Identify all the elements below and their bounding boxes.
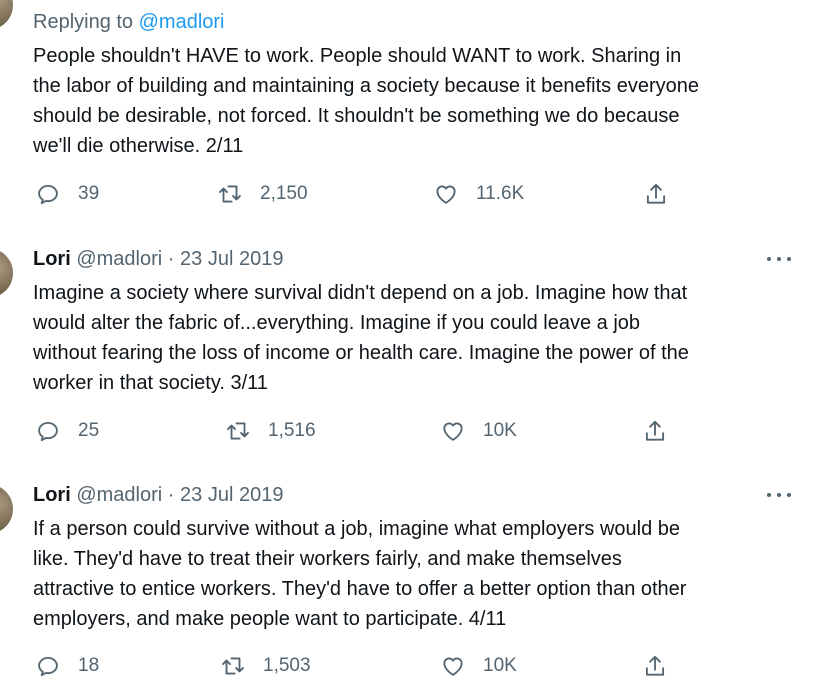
retweet-count: 1,516 (268, 420, 316, 441)
tweet-text: Imagine a society where survival didn't … (33, 282, 689, 394)
avatar[interactable] (0, 248, 13, 298)
author-handle[interactable]: @madlori (76, 484, 162, 506)
retweet-button[interactable]: 2,150 (217, 180, 308, 208)
more-icon (767, 493, 771, 497)
like-count: 10K (483, 655, 517, 676)
heart-icon (443, 657, 463, 676)
tweet-header: Lori @madlori · 23 Jul 2019 (33, 247, 803, 271)
replying-mention-link[interactable]: @madlori (139, 11, 225, 33)
retweet-count: 2,150 (260, 183, 308, 204)
tweet-text: People shouldn't HAVE to work. People sh… (33, 45, 699, 157)
reply-button[interactable]: 39 (35, 180, 99, 208)
retweet-icon (219, 185, 241, 203)
separator-dot: · (167, 484, 175, 506)
tweet-actions: 25 1,516 10K (35, 417, 675, 445)
avatar[interactable] (0, 0, 13, 30)
reply-icon (38, 184, 58, 205)
share-icon (645, 420, 665, 441)
like-button[interactable]: 11.6K (433, 180, 524, 208)
like-button[interactable]: 10K (440, 417, 517, 445)
reply-icon (38, 656, 58, 677)
tweet-content: Lori @madlori · 23 Jul 2019 If a person … (33, 483, 803, 634)
retweet-icon (222, 657, 244, 675)
tweet-actions: 39 2,150 11.6K (35, 180, 675, 208)
retweet-icon (227, 422, 249, 440)
retweet-button[interactable]: 1,516 (225, 417, 316, 445)
tweet-header: Lori @madlori · 23 Jul 2019 (33, 483, 803, 507)
tweet-content: Lori @madlori · 23 Jul 2019 Imagine a so… (33, 247, 803, 398)
retweet-button[interactable]: 1,503 (220, 652, 311, 677)
like-count: 10K (483, 420, 517, 441)
author-handle[interactable]: @madlori (76, 248, 162, 270)
reply-count: 39 (78, 183, 100, 204)
share-icon (646, 183, 666, 204)
like-button[interactable]: 10K (440, 652, 517, 677)
share-button[interactable] (642, 652, 668, 677)
more-icon (767, 257, 771, 261)
replying-prefix: Replying to (33, 11, 139, 33)
share-button[interactable] (642, 417, 668, 445)
share-icon (645, 655, 665, 676)
more-button[interactable] (767, 251, 791, 267)
reply-button[interactable]: 25 (35, 417, 99, 445)
heart-icon (436, 185, 456, 204)
tweet-text: If a person could survive without a job,… (33, 518, 687, 630)
more-button[interactable] (767, 487, 791, 503)
reply-button[interactable]: 18 (35, 652, 99, 677)
tweet-content: Replying to @madlori People shouldn't HA… (33, 10, 803, 161)
tweet-thread: Replying to @madlori People shouldn't HA… (0, 0, 821, 677)
author-name[interactable]: Lori (33, 484, 71, 506)
share-button[interactable] (643, 180, 669, 208)
separator-dot: · (167, 248, 175, 270)
reply-count: 18 (78, 655, 100, 676)
heart-icon (443, 422, 463, 441)
tweet-date[interactable]: 23 Jul 2019 (180, 484, 283, 506)
like-count: 11.6K (476, 183, 525, 204)
tweet-actions: 18 1,503 10K (35, 652, 675, 677)
reply-icon (38, 421, 58, 442)
replying-to: Replying to @madlori (33, 10, 803, 34)
reply-count: 25 (78, 420, 100, 441)
tweet-date[interactable]: 23 Jul 2019 (180, 248, 283, 270)
retweet-count: 1,503 (263, 655, 311, 676)
avatar[interactable] (0, 484, 13, 534)
author-name[interactable]: Lori (33, 248, 71, 270)
